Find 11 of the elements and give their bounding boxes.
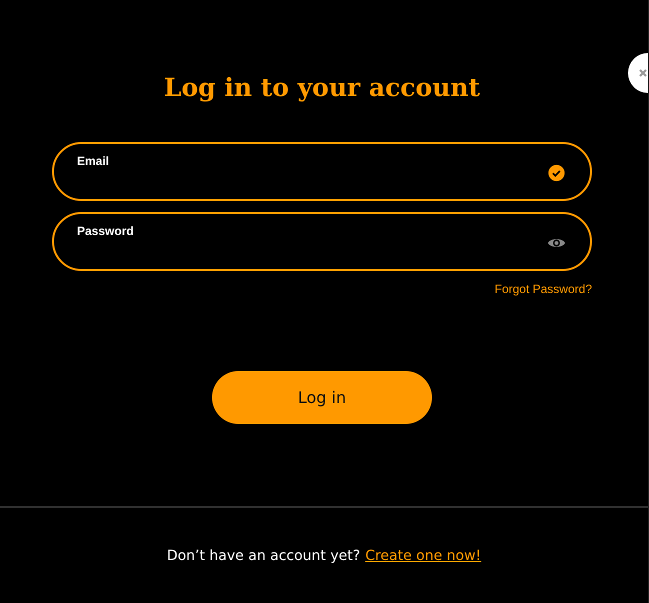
input-field[interactable]: Email — [52, 142, 592, 201]
field-label: Email — [77, 154, 110, 168]
forgot-password-link[interactable]: Forgot Password? — [494, 282, 592, 296]
dialog-title: Log in to your account — [162, 72, 482, 104]
login-button[interactable]: Log in — [212, 371, 432, 424]
signup-prompt: Don’t have an account yet? — [166, 548, 360, 564]
field-label: Password — [77, 224, 134, 238]
input-field[interactable]: Password — [52, 212, 592, 271]
check-icon — [547, 164, 566, 182]
create-account-link[interactable]: Create one now! — [365, 548, 482, 564]
close-icon — [638, 68, 648, 78]
